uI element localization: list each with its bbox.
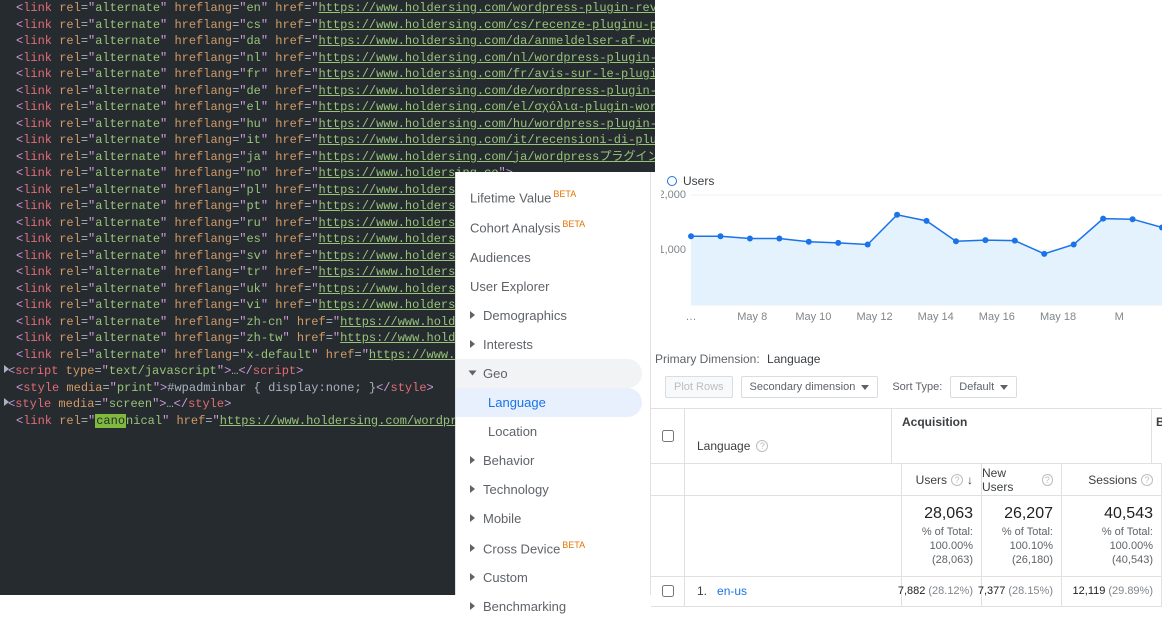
nav-custom[interactable]: Custom bbox=[456, 563, 650, 592]
chevron-right-icon bbox=[470, 456, 475, 464]
nav-audiences[interactable]: Audiences bbox=[456, 243, 650, 272]
primary-dimension-value[interactable]: Language bbox=[767, 352, 820, 366]
table-totals-row: 28,063% of Total: 100.00% (28,063) 26,20… bbox=[651, 496, 1162, 577]
col-language[interactable]: Language? bbox=[685, 409, 892, 463]
nav-geo-location[interactable]: Location bbox=[456, 417, 650, 446]
code-line: <link rel="alternate" hreflang="nl" href… bbox=[4, 50, 655, 67]
nav-user-explorer[interactable]: User Explorer bbox=[456, 272, 650, 301]
sort-type-label: Sort Type: bbox=[892, 381, 942, 393]
nav-behavior[interactable]: Behavior bbox=[456, 446, 650, 475]
caret-down-icon bbox=[861, 385, 869, 390]
legend-label: Users bbox=[683, 174, 714, 188]
col-sessions[interactable]: Sessions? bbox=[1062, 464, 1162, 495]
code-line: <link rel="alternate" hreflang="da" href… bbox=[4, 33, 655, 50]
total-new-users: 26,207% of Total: 100.10% (26,180) bbox=[982, 496, 1062, 576]
chevron-right-icon bbox=[470, 311, 475, 319]
plot-rows-button[interactable]: Plot Rows bbox=[665, 376, 733, 398]
svg-text:2,000: 2,000 bbox=[661, 190, 686, 201]
help-icon[interactable]: ? bbox=[1042, 474, 1053, 486]
code-line: <link rel="alternate" hreflang="it" href… bbox=[4, 132, 655, 149]
reports-sidenav: Lifetime ValueBETA Cohort AnalysisBETA A… bbox=[456, 172, 651, 595]
sort-desc-icon: ↓ bbox=[967, 473, 973, 487]
expand-triangle-icon[interactable] bbox=[4, 365, 9, 373]
nav-technology[interactable]: Technology bbox=[456, 475, 650, 504]
caret-down-icon bbox=[1000, 385, 1008, 390]
col-users[interactable]: Users?↓ bbox=[902, 464, 982, 495]
nav-geo[interactable]: Geo bbox=[456, 359, 642, 388]
code-line: <link rel="alternate" hreflang="hu" href… bbox=[4, 116, 655, 133]
table-subheader: Users?↓ New Users? Sessions? bbox=[651, 464, 1162, 496]
help-icon[interactable]: ? bbox=[1141, 474, 1153, 486]
svg-text:May 10: May 10 bbox=[795, 311, 831, 323]
chevron-right-icon bbox=[470, 340, 475, 348]
nav-cross-device[interactable]: Cross DeviceBETA bbox=[456, 533, 650, 563]
nav-lifetime-value[interactable]: Lifetime ValueBETA bbox=[456, 182, 650, 212]
col-group-acquisition: Acquisition bbox=[892, 409, 1152, 463]
expand-triangle-icon[interactable] bbox=[4, 398, 9, 406]
total-sessions: 40,543% of Total: 100.00% (40,543) bbox=[1062, 496, 1162, 576]
nav-geo-language[interactable]: Language bbox=[456, 388, 642, 417]
language-table: Language? Acquisition B Users?↓ New User… bbox=[651, 408, 1162, 607]
nav-interests[interactable]: Interests bbox=[456, 330, 650, 359]
chart-legend: Users bbox=[667, 174, 714, 188]
table-header-row: Language? Acquisition B bbox=[651, 409, 1162, 464]
nav-demographics[interactable]: Demographics bbox=[456, 301, 650, 330]
svg-text:May 14: May 14 bbox=[918, 311, 954, 323]
nav-benchmarking[interactable]: Benchmarking bbox=[456, 592, 650, 621]
code-line: <link rel="alternate" hreflang="cs" href… bbox=[4, 17, 655, 34]
sort-type-button[interactable]: Default bbox=[950, 376, 1017, 398]
select-all-checkbox[interactable] bbox=[662, 430, 674, 442]
analytics-panel: Lifetime ValueBETA Cohort AnalysisBETA A… bbox=[455, 172, 1162, 595]
help-icon[interactable]: ? bbox=[756, 440, 768, 452]
svg-text:1,000: 1,000 bbox=[661, 244, 686, 256]
chevron-right-icon bbox=[470, 485, 475, 493]
chevron-right-icon bbox=[470, 514, 475, 522]
svg-text:…: … bbox=[686, 311, 697, 323]
svg-text:May 16: May 16 bbox=[979, 311, 1015, 323]
chevron-right-icon bbox=[470, 573, 475, 581]
chevron-down-icon bbox=[469, 371, 477, 376]
table-controls: Plot Rows Secondary dimension Sort Type:… bbox=[665, 376, 1017, 398]
code-line: <link rel="alternate" hreflang="en" href… bbox=[4, 0, 655, 17]
svg-text:May 8: May 8 bbox=[737, 311, 767, 323]
users-line-chart: 1,000 2,000 … May 8 May 10 May 12 May 14 May 16… bbox=[661, 190, 1162, 325]
code-line: <link rel="alternate" hreflang="ja" href… bbox=[4, 149, 655, 166]
svg-text:M: M bbox=[1115, 311, 1124, 323]
row-language-link[interactable]: en-us bbox=[717, 584, 747, 598]
chevron-right-icon bbox=[470, 544, 475, 552]
chevron-right-icon bbox=[470, 602, 475, 610]
secondary-dimension-button[interactable]: Secondary dimension bbox=[741, 376, 879, 398]
total-users: 28,063% of Total: 100.00% (28,063) bbox=[902, 496, 982, 576]
svg-text:May 12: May 12 bbox=[856, 311, 892, 323]
col-new-users[interactable]: New Users? bbox=[982, 464, 1062, 495]
report-main: Users 1,000 2,000 … May 8 May 10 May 12 May 14… bbox=[651, 172, 1162, 595]
help-icon[interactable]: ? bbox=[951, 474, 963, 486]
nav-mobile[interactable]: Mobile bbox=[456, 504, 650, 533]
code-line: <link rel="alternate" hreflang="fr" href… bbox=[4, 66, 655, 83]
code-line: <link rel="alternate" hreflang="de" href… bbox=[4, 83, 655, 100]
primary-dimension: Primary Dimension: Language bbox=[655, 352, 820, 366]
table-row[interactable]: 1.en-us 7,882(28.12%) 7,377(28.15%) 12,1… bbox=[651, 577, 1162, 607]
row-checkbox[interactable] bbox=[662, 585, 674, 597]
code-line: <link rel="alternate" hreflang="el" href… bbox=[4, 99, 655, 116]
nav-cohort-analysis[interactable]: Cohort AnalysisBETA bbox=[456, 212, 650, 242]
col-group-behavior-trunc: B bbox=[1152, 409, 1162, 463]
legend-dot-icon bbox=[667, 176, 677, 186]
svg-text:May 18: May 18 bbox=[1040, 311, 1076, 323]
